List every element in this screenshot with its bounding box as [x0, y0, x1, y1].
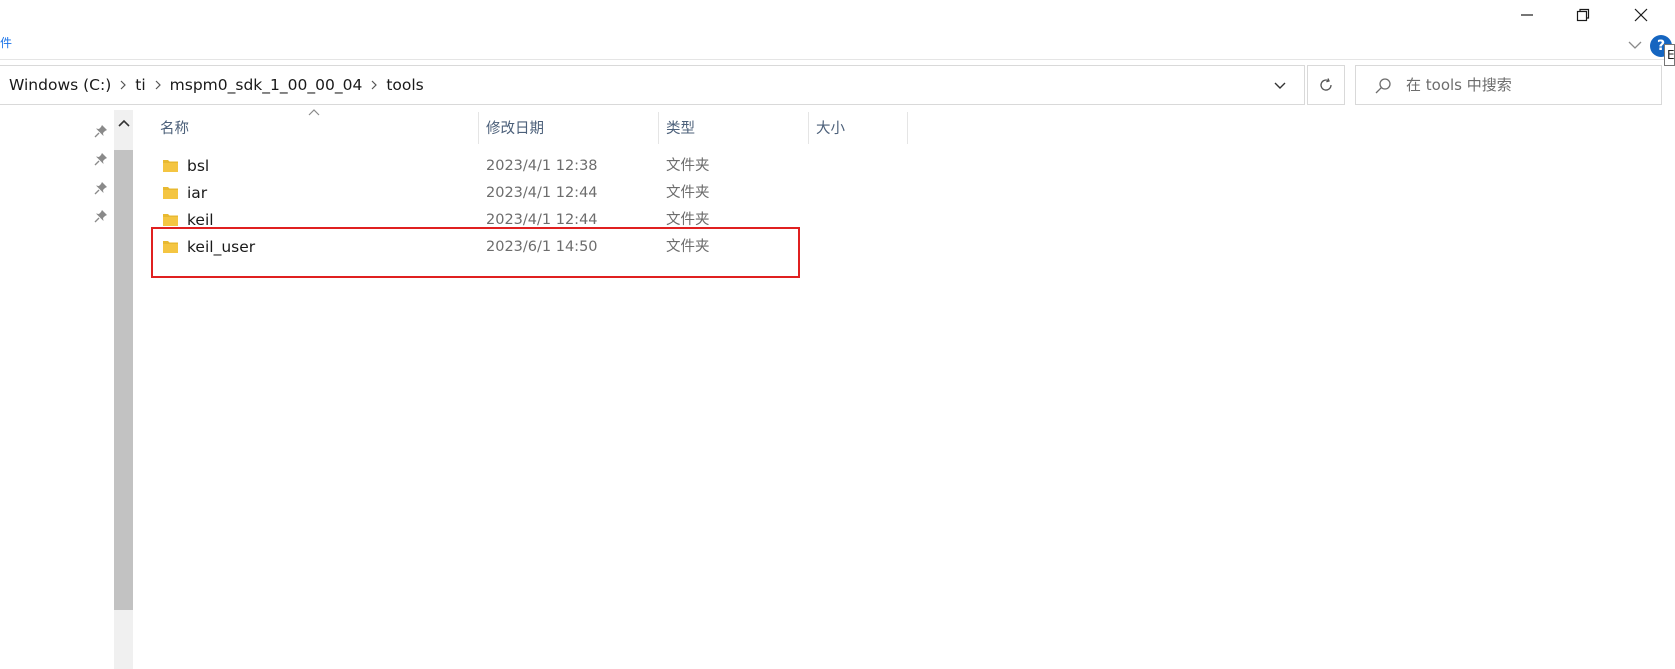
sort-ascending-icon: [308, 109, 320, 116]
file-name: bsl: [187, 157, 210, 175]
pin-icon[interactable]: [93, 151, 109, 167]
ribbon-bar: 件 ?: [0, 32, 1675, 60]
tooltip-fragment: E: [1664, 44, 1675, 66]
pin-icon[interactable]: [93, 208, 109, 224]
minimize-button[interactable]: [1504, 0, 1550, 30]
breadcrumb-item-tools[interactable]: tools: [386, 76, 423, 94]
tooltip-text: E: [1667, 48, 1675, 62]
highlight-box: [151, 227, 800, 278]
column-header-size[interactable]: 大小: [816, 110, 845, 144]
column-divider[interactable]: [907, 112, 908, 144]
refresh-icon: [1320, 78, 1332, 91]
restore-icon: [1576, 8, 1590, 22]
column-header-name[interactable]: 名称: [160, 110, 189, 144]
search-input[interactable]: 在 tools 中搜索: [1355, 65, 1662, 105]
file-type: 文件夹: [666, 158, 710, 174]
folder-icon: [163, 160, 178, 172]
breadcrumb-separator-icon[interactable]: [362, 80, 386, 90]
scroll-up-button[interactable]: [114, 112, 133, 134]
pin-icon[interactable]: [93, 180, 109, 196]
column-header-modified[interactable]: 修改日期: [486, 110, 544, 144]
pin-icon[interactable]: [93, 123, 109, 139]
file-row-bsl[interactable]: bsl 2023/4/1 12:38 文件夹: [150, 153, 800, 179]
breadcrumb: Windows (C:) ti mspm0_sdk_1_00_00_04 too…: [9, 66, 424, 104]
file-modified: 2023/4/1 12:38: [486, 158, 598, 174]
chevron-up-icon: [117, 119, 130, 127]
address-history-chevron-down-icon[interactable]: [1270, 76, 1290, 96]
close-button[interactable]: [1618, 0, 1664, 30]
navigation-scrollbar[interactable]: [114, 110, 133, 669]
file-name: iar: [187, 184, 208, 202]
scrollbar-thumb[interactable]: [114, 150, 133, 610]
folder-icon: [163, 214, 178, 226]
refresh-button[interactable]: [1307, 65, 1345, 105]
search-icon: [1375, 78, 1391, 94]
breadcrumb-item-ti[interactable]: ti: [135, 76, 145, 94]
title-bar: [0, 0, 1675, 32]
breadcrumb-separator-icon[interactable]: [111, 80, 135, 90]
breadcrumb-item-drive[interactable]: Windows (C:): [9, 76, 111, 94]
breadcrumb-separator-icon[interactable]: [146, 80, 170, 90]
file-row-iar[interactable]: iar 2023/4/1 12:44 文件夹: [150, 180, 800, 206]
file-modified: 2023/4/1 12:44: [486, 185, 598, 201]
minimize-icon: [1521, 14, 1533, 16]
search-placeholder: 在 tools 中搜索: [1406, 76, 1512, 94]
close-icon: [1634, 8, 1648, 22]
file-type: 文件夹: [666, 185, 710, 201]
address-bar[interactable]: Windows (C:) ti mspm0_sdk_1_00_00_04 too…: [0, 65, 1305, 105]
folder-icon: [163, 187, 178, 199]
ribbon-tab-fragment[interactable]: 件: [0, 34, 12, 51]
navigation-pane: [0, 110, 114, 669]
breadcrumb-item-sdk[interactable]: mspm0_sdk_1_00_00_04: [170, 76, 363, 94]
column-header-type[interactable]: 类型: [666, 110, 695, 144]
restore-button[interactable]: [1560, 0, 1606, 30]
column-divider[interactable]: [478, 112, 479, 144]
column-divider[interactable]: [658, 112, 659, 144]
column-divider[interactable]: [808, 112, 809, 144]
chevron-down-icon[interactable]: [1626, 36, 1644, 54]
